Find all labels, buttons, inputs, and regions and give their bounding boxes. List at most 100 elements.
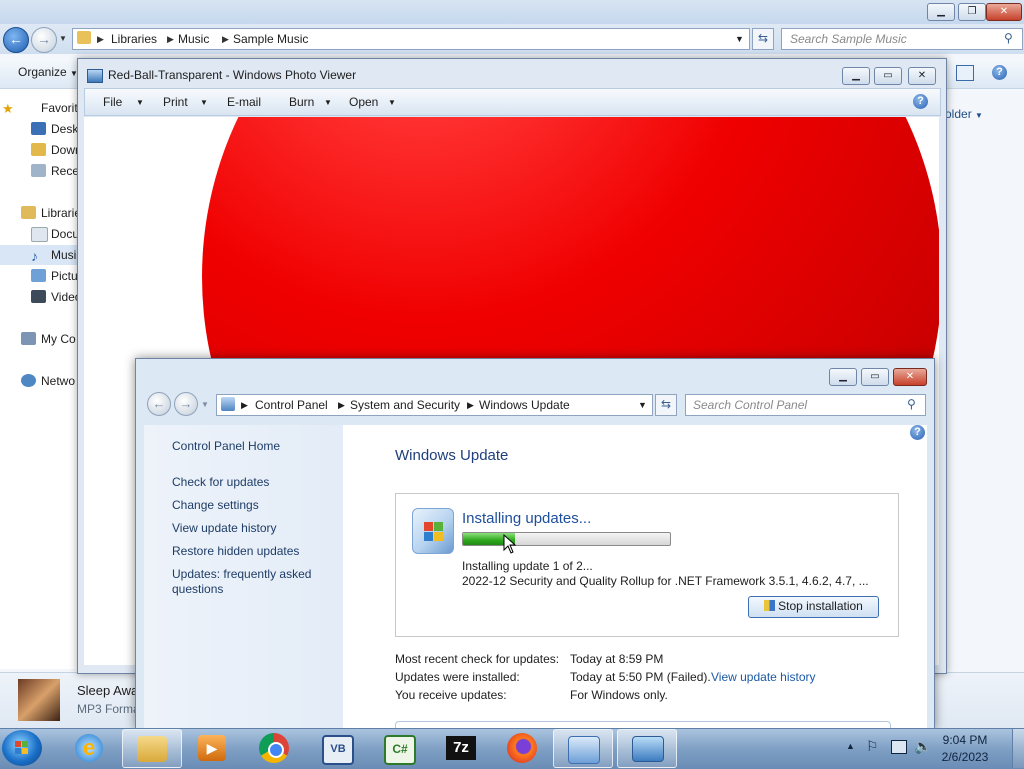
- clock-time[interactable]: 9:04 PM: [930, 733, 1000, 747]
- forward-arrow-icon[interactable]: →: [31, 27, 57, 53]
- link-updates-faq[interactable]: Updates: frequently asked questions: [172, 567, 322, 597]
- control-panel-icon: [568, 736, 600, 764]
- recent-pages-chevron-icon[interactable]: ▼: [59, 34, 67, 43]
- chevron-down-icon[interactable]: ▼: [388, 98, 396, 107]
- nav-libraries[interactable]: Librarie: [41, 206, 78, 220]
- clock-date[interactable]: 2/6/2023: [930, 750, 1000, 764]
- minimize-button[interactable]: ▁: [927, 3, 955, 21]
- taskbar-internet-explorer[interactable]: e: [61, 729, 119, 766]
- recent-check-value: Today at 8:59 PM: [570, 652, 664, 666]
- chevron-down-icon[interactable]: ▼: [200, 98, 208, 107]
- network-icon[interactable]: [891, 740, 907, 754]
- address-dropdown-icon[interactable]: ▼: [638, 400, 647, 410]
- videos-icon: [31, 290, 46, 303]
- help-icon[interactable]: ?: [992, 65, 1007, 80]
- restore-button[interactable]: ❐: [958, 3, 986, 21]
- taskbar-visual-basic[interactable]: VB: [307, 729, 365, 766]
- new-folder-button[interactable]: older ▼: [945, 107, 983, 121]
- taskbar-chrome[interactable]: [246, 729, 304, 766]
- nav-downloads[interactable]: Dowr: [51, 143, 78, 157]
- close-button[interactable]: ✕: [893, 368, 927, 386]
- taskbar-photo-viewer[interactable]: [617, 729, 677, 768]
- taskbar-control-panel[interactable]: [553, 729, 613, 768]
- 7zip-icon: 7z: [446, 736, 476, 760]
- csharp-icon: C#: [384, 735, 416, 765]
- nav-documents[interactable]: Docu: [51, 227, 78, 241]
- action-center-flag-icon[interactable]: ⚐: [866, 738, 879, 755]
- taskbar-firefox[interactable]: [493, 729, 551, 766]
- close-button[interactable]: ✕: [908, 67, 936, 85]
- view-update-history-link[interactable]: View update history: [711, 670, 816, 684]
- back-arrow-icon[interactable]: ←: [147, 392, 171, 416]
- installed-label: Updates were installed:: [395, 670, 520, 684]
- media-player-icon: ▶: [198, 735, 226, 761]
- stop-installation-button[interactable]: Stop installation: [748, 596, 879, 618]
- link-control-panel-home[interactable]: Control Panel Home: [172, 439, 280, 453]
- nav-my-computer[interactable]: My Co: [41, 332, 78, 346]
- menu-file[interactable]: File: [103, 95, 122, 109]
- menu-burn[interactable]: Burn: [289, 95, 314, 109]
- chevron-down-icon[interactable]: ▼: [136, 98, 144, 107]
- preview-pane-icon[interactable]: [956, 65, 974, 81]
- search-icon[interactable]: ⚲: [1004, 31, 1013, 45]
- breadcrumb-system-security[interactable]: System and Security: [350, 398, 460, 412]
- recent-pages-chevron-icon[interactable]: ▼: [201, 400, 209, 409]
- libraries-icon: [21, 206, 36, 219]
- install-progress-text: Installing update 1 of 2...: [462, 559, 593, 573]
- breadcrumb-separator-icon: ▶: [222, 34, 229, 44]
- nav-videos[interactable]: Video: [51, 290, 78, 304]
- nav-favorites[interactable]: Favorit: [41, 101, 78, 115]
- breadcrumb-libraries[interactable]: Libraries: [111, 32, 157, 46]
- maximize-button[interactable]: ▭: [861, 368, 889, 386]
- minimize-button[interactable]: ▁: [829, 368, 857, 386]
- breadcrumb-windows-update[interactable]: Windows Update: [479, 398, 570, 412]
- help-icon[interactable]: ?: [913, 94, 928, 109]
- breadcrumb-sample-music[interactable]: Sample Music: [233, 32, 308, 46]
- update-status-panel: Installing updates... Installing update …: [395, 493, 899, 637]
- nav-network[interactable]: Netwo: [41, 374, 78, 388]
- show-desktop-button[interactable]: [1012, 729, 1024, 768]
- chevron-down-icon[interactable]: ▼: [324, 98, 332, 107]
- organize-button[interactable]: Organize ▼: [18, 65, 78, 79]
- explorer-address-bar[interactable]: ▶ Libraries ▶ Music ▶ Sample Music ▼: [72, 28, 750, 50]
- taskbar-media-player[interactable]: ▶: [183, 729, 241, 766]
- refresh-icon[interactable]: ⇆: [655, 394, 677, 416]
- start-button[interactable]: [2, 730, 42, 766]
- menu-print[interactable]: Print: [163, 95, 188, 109]
- taskbar-csharp[interactable]: C#: [369, 729, 427, 766]
- taskbar-7zip[interactable]: 7z: [431, 729, 489, 766]
- nav-recent[interactable]: Rece: [51, 164, 78, 178]
- page-title: Windows Update: [395, 447, 509, 464]
- explorer-search-input[interactable]: Search Sample Music ⚲: [781, 28, 1023, 50]
- new-folder-label: older: [945, 107, 972, 121]
- photo-viewer-title: Red-Ball-Transparent - Windows Photo Vie…: [108, 68, 357, 82]
- computer-icon: [21, 332, 36, 345]
- link-change-settings[interactable]: Change settings: [172, 498, 259, 512]
- refresh-icon[interactable]: ⇆: [752, 28, 774, 50]
- close-button[interactable]: ✕: [986, 3, 1022, 21]
- menu-email[interactable]: E-mail: [227, 95, 261, 109]
- nav-pictures[interactable]: Pictu: [51, 269, 78, 283]
- back-arrow-icon[interactable]: ←: [3, 27, 29, 53]
- maximize-button[interactable]: ▭: [874, 67, 902, 85]
- installed-value: Today at 5:50 PM (Failed).: [570, 670, 711, 684]
- control-panel-search-input[interactable]: Search Control Panel ⚲: [685, 394, 926, 416]
- minimize-button[interactable]: ▁: [842, 67, 870, 85]
- search-icon[interactable]: ⚲: [907, 397, 916, 411]
- control-panel-address-bar[interactable]: ▶ Control Panel ▶ System and Security ▶ …: [216, 394, 653, 416]
- breadcrumb-music[interactable]: Music: [178, 32, 209, 46]
- nav-desktop[interactable]: Desk: [51, 122, 78, 136]
- menu-open[interactable]: Open: [349, 95, 378, 109]
- link-view-update-history[interactable]: View update history: [172, 521, 277, 535]
- breadcrumb-control-panel[interactable]: Control Panel: [255, 398, 328, 412]
- breadcrumb-separator-icon: ▶: [167, 34, 174, 44]
- address-dropdown-icon[interactable]: ▼: [735, 34, 744, 44]
- link-check-for-updates[interactable]: Check for updates: [172, 475, 269, 489]
- nav-music[interactable]: Musi: [51, 248, 78, 262]
- forward-arrow-icon[interactable]: →: [174, 392, 198, 416]
- link-restore-hidden-updates[interactable]: Restore hidden updates: [172, 544, 299, 558]
- taskbar-file-explorer[interactable]: [122, 729, 182, 768]
- show-hidden-icons-icon[interactable]: ▲: [846, 741, 855, 751]
- help-icon[interactable]: ?: [910, 425, 925, 440]
- volume-icon[interactable]: 🔈: [914, 738, 931, 755]
